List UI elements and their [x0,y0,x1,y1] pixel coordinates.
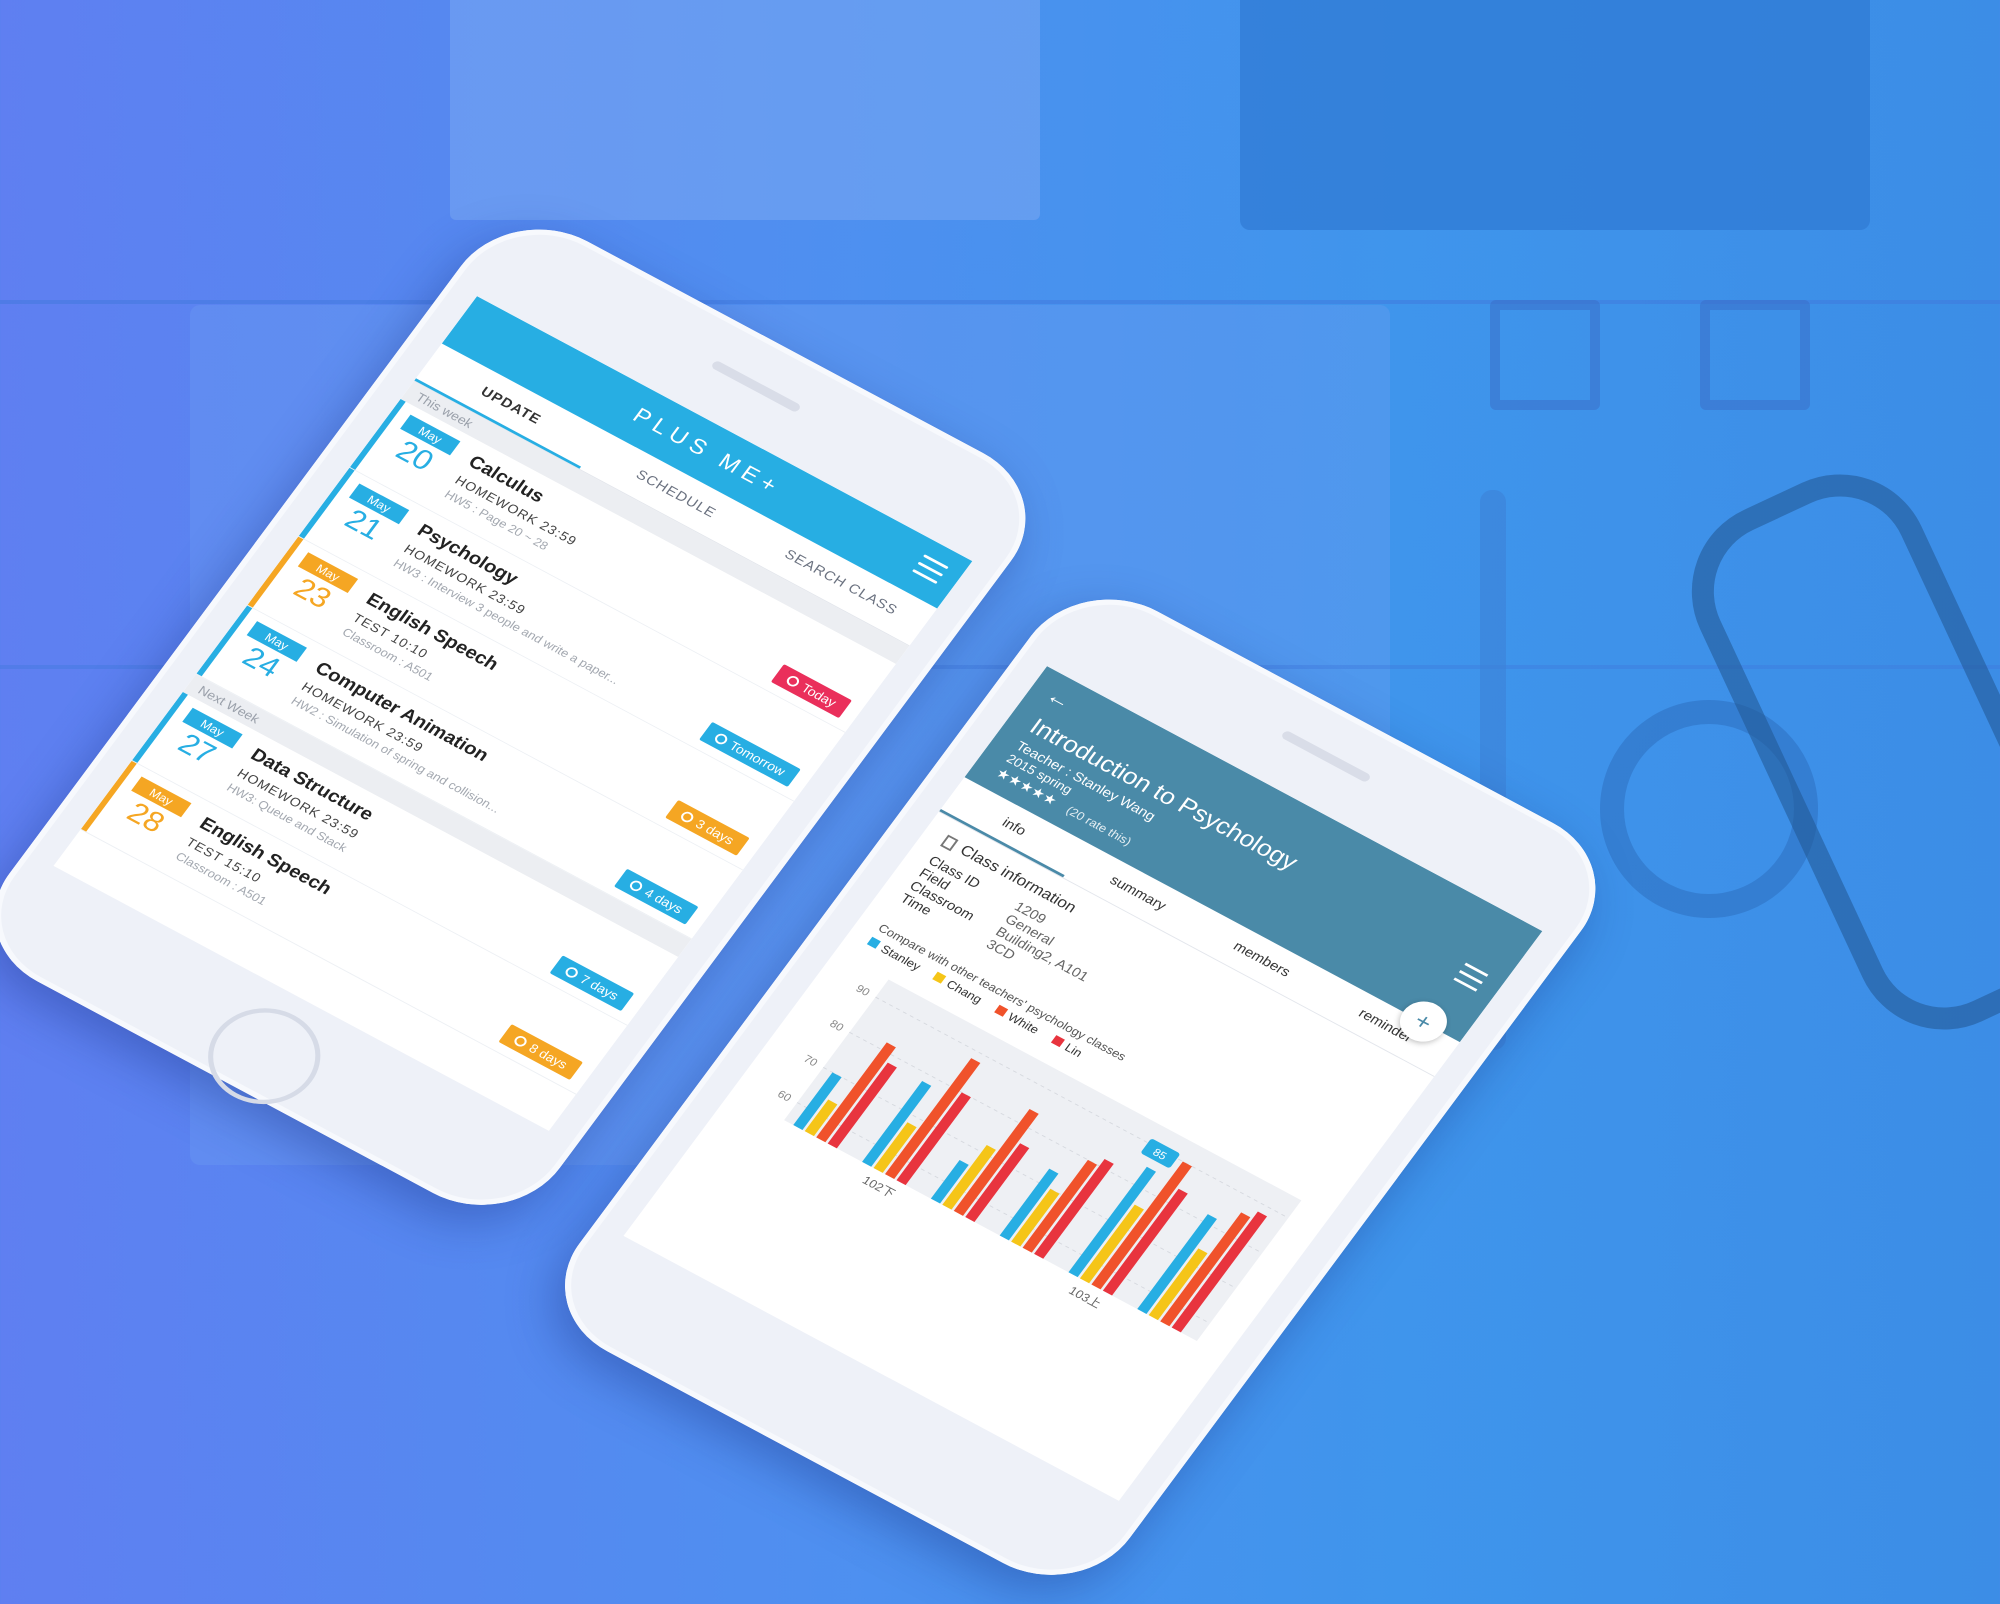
document-icon [678,809,696,825]
document-icon [940,834,959,851]
back-arrow-icon[interactable]: ← [1041,683,1076,715]
y-tick-label: 90 [853,983,871,998]
binder-clip-icon [1700,300,1810,410]
legend-label: Lin [1062,1040,1086,1060]
binder-clip-icon [1490,300,1600,410]
legend-swatch [932,971,947,984]
due-badge-text: Today [798,680,840,710]
item-date: May 20 [380,414,461,482]
hamburger-menu-icon[interactable] [910,554,949,586]
clock-icon [627,878,645,893]
legend-swatch [993,1004,1008,1017]
y-tick-label: 60 [775,1089,793,1104]
document-icon [511,1033,529,1049]
due-badge-text: 3 days [692,816,738,848]
item-date: May 24 [227,621,307,688]
clock-icon [784,673,802,689]
item-date: May 23 [278,552,359,619]
y-tick-label: 70 [801,1054,819,1069]
item-date: May 28 [111,776,192,844]
due-badge-text: 8 days [526,1040,571,1072]
clock-icon [712,731,730,747]
legend-swatch [1050,1035,1065,1048]
item-date: May 27 [163,707,243,775]
background-dark-notebook [1240,0,1870,230]
due-badge-text: 4 days [641,885,687,917]
due-badge-text: 7 days [577,971,622,1003]
item-date: May 21 [329,483,410,550]
y-tick-label: 80 [827,1018,845,1033]
background-notebook [450,0,1040,220]
legend-swatch [866,936,881,949]
clock-icon [563,965,580,980]
due-badge: 8 days [498,1023,584,1081]
